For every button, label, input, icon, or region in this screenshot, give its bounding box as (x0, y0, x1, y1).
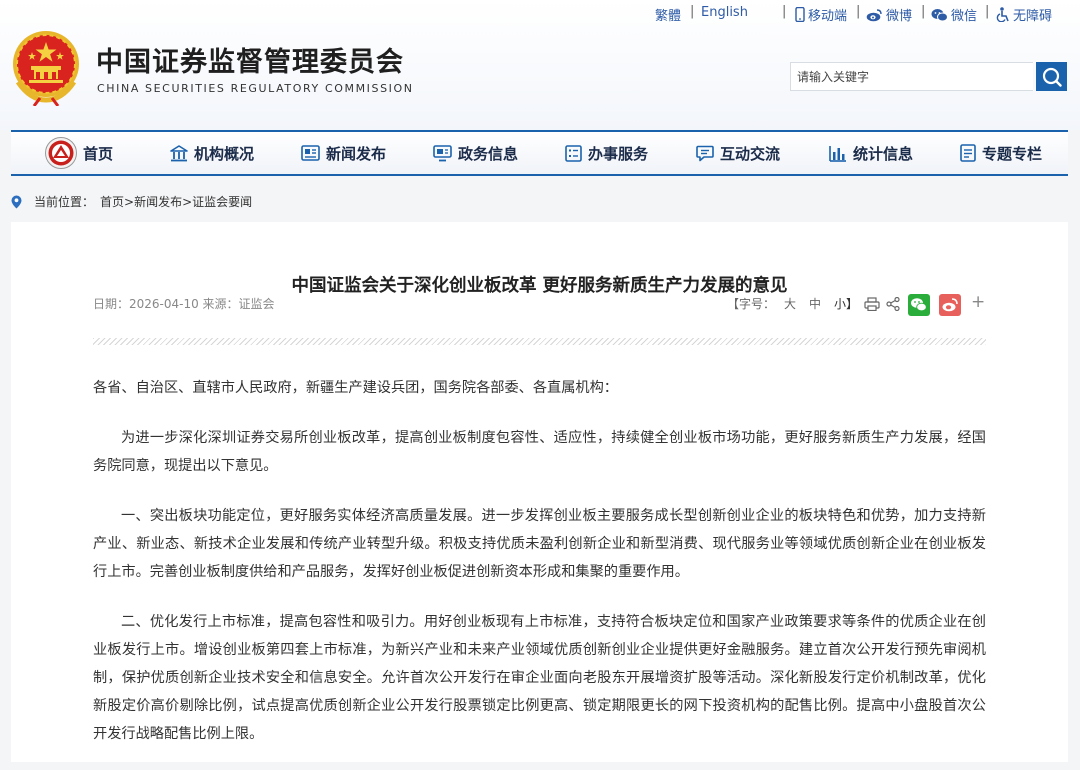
font-size-medium-button[interactable]: 中 (809, 295, 821, 312)
building-icon (170, 144, 188, 161)
csrc-logo-icon (45, 137, 77, 169)
article-card: 中国证监会关于深化创业板改革 更好服务新质生产力发展的意见 日期：2026-04… (11, 222, 1068, 762)
accessibility-link-label: 无障碍 (1013, 9, 1053, 24)
weibo-icon (866, 8, 882, 21)
nav-item-label: 互动交流 (720, 144, 781, 163)
monitor-icon (433, 144, 452, 161)
list-icon (565, 144, 582, 162)
search-button[interactable] (1036, 62, 1067, 91)
weibo-link[interactable]: 微博 (866, 5, 912, 24)
mobile-link-label: 移动端 (808, 9, 848, 24)
english-link[interactable]: English (701, 5, 748, 20)
accessibility-icon (996, 7, 1009, 22)
wechat-share-icon[interactable] (908, 294, 930, 316)
wechat-link[interactable]: 微信 (931, 5, 977, 24)
site-name-en: CHINA SECURITIES REGULATORY COMMISSION (97, 82, 414, 95)
nav-item-label: 机构概况 (194, 144, 255, 163)
main-nav: 首页 机构概况 新闻发布 政务信息 办事服务 互动交流 统计信息 专题专栏 (11, 130, 1068, 176)
nav-item-home[interactable]: 首页 (45, 132, 113, 174)
nav-item-label: 办事服务 (588, 144, 649, 163)
nav-item-topics[interactable]: 专题专栏 (960, 132, 1042, 174)
nav-item-label: 新闻发布 (326, 144, 387, 163)
nav-item-label: 首页 (83, 144, 114, 163)
separator: | (856, 4, 861, 19)
separator: | (985, 4, 990, 19)
nav-item-statistics[interactable]: 统计信息 (829, 132, 913, 174)
wechat-link-label: 微信 (951, 9, 978, 24)
separator: | (782, 4, 787, 19)
article-body: 各省、自治区、直辖市人民政府，新疆生产建设兵团，国务院各部委、各直属机构： 为进… (93, 374, 986, 770)
article-meta: 日期：2026-04-10 来源：证监会 (93, 297, 275, 311)
separator: | (921, 4, 926, 19)
breadcrumb-path[interactable]: 首页>新闻发布>证监会要闻 (100, 193, 252, 210)
nav-item-organization[interactable]: 机构概况 (170, 132, 254, 174)
nav-item-government-info[interactable]: 政务信息 (433, 132, 518, 174)
nav-item-interaction[interactable]: 互动交流 (696, 132, 780, 174)
document-icon (960, 144, 976, 162)
accessibility-link[interactable]: 无障碍 (996, 5, 1052, 24)
nav-item-label: 统计信息 (853, 144, 914, 163)
location-pin-icon (11, 195, 22, 208)
article-paragraph: 一、突出板块功能定位，更好服务实体经济高质量发展。进一步发挥创业板主要服务成长型… (93, 508, 986, 580)
mobile-phone-icon (795, 7, 805, 22)
print-icon[interactable] (864, 297, 880, 311)
font-size-small-button[interactable]: 小】 (834, 295, 858, 312)
weibo-share-icon[interactable] (939, 294, 961, 316)
search-input[interactable] (790, 62, 1033, 91)
separator: | (690, 4, 695, 19)
breadcrumb: 当前位置： 首页>新闻发布>证监会要闻 (11, 193, 252, 210)
nav-item-news[interactable]: 新闻发布 (301, 132, 386, 174)
divider (93, 338, 986, 345)
font-size-label: 【字号： (727, 297, 776, 311)
article-salutation: 各省、自治区、直辖市人民政府，新疆生产建设兵团，国务院各部委、各直属机构： (93, 380, 618, 396)
wechat-icon (931, 8, 948, 21)
traditional-chinese-link[interactable]: 繁體 (655, 5, 681, 24)
site-header: 中国证券监督管理委员会 CHINA SECURITIES REGULATORY … (0, 0, 1080, 130)
nav-item-label: 政务信息 (458, 144, 519, 163)
site-name-cn[interactable]: 中国证券监督管理委员会 (96, 40, 404, 79)
article-paragraph: 二、优化发行上市标准，提高包容性和吸引力。用好创业板现有上市标准，支持符合板块定… (93, 614, 986, 742)
newspaper-icon (301, 145, 320, 161)
mobile-link[interactable]: 移动端 (795, 5, 847, 24)
nav-item-services[interactable]: 办事服务 (565, 132, 648, 174)
bar-chart-icon (829, 145, 846, 162)
font-size-large-button[interactable]: 大 (784, 295, 796, 312)
search-icon (1042, 67, 1062, 87)
share-icon[interactable] (886, 297, 900, 311)
chat-icon (696, 145, 714, 161)
more-share-button[interactable]: + (971, 292, 985, 312)
breadcrumb-prefix: 当前位置： (34, 195, 95, 209)
search-bar (790, 62, 1067, 91)
nav-item-label: 专题专栏 (982, 144, 1043, 163)
weibo-link-label: 微博 (886, 9, 913, 24)
national-emblem-icon[interactable] (10, 30, 82, 106)
article-paragraph: 为进一步深化深圳证券交易所创业板改革，提高创业板制度包容性、适应性，持续健全创业… (93, 430, 986, 474)
